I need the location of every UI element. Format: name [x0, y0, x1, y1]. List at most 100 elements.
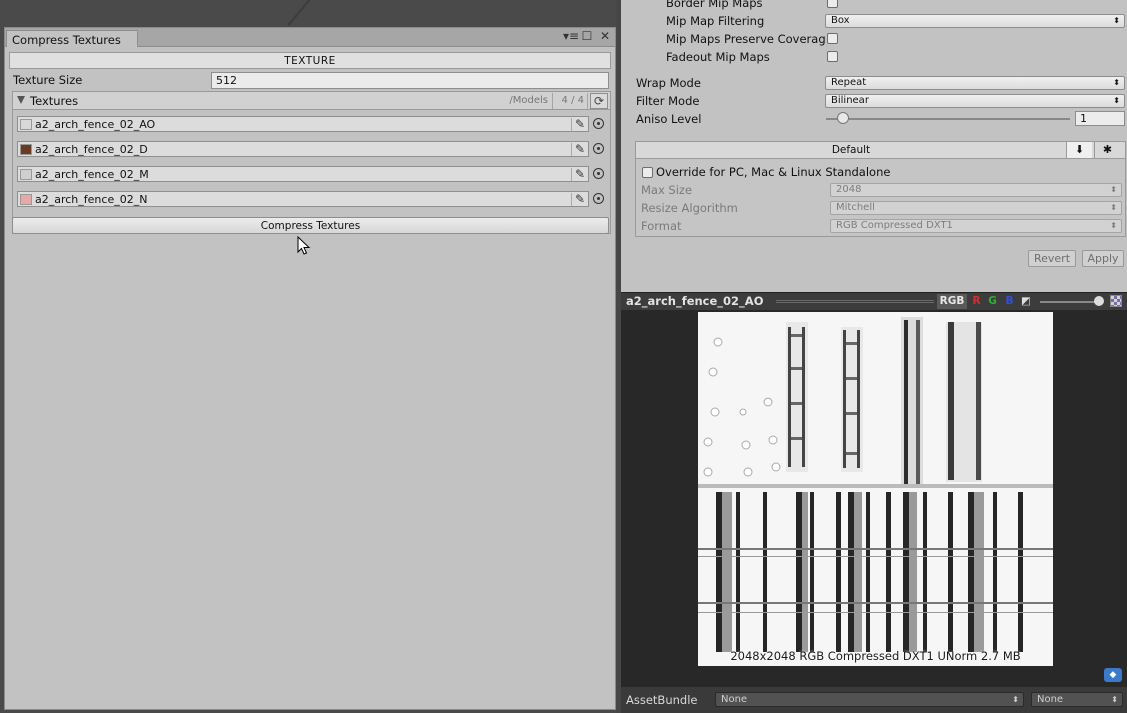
revert-button[interactable]: Revert	[1028, 250, 1076, 267]
pencil-icon[interactable]: ✎	[571, 168, 588, 181]
max-size-dropdown: 2048 ⬍	[830, 183, 1122, 197]
asset-label-icon[interactable]: ◆	[1104, 668, 1122, 682]
mip-level-slider-track[interactable]	[1040, 301, 1100, 303]
texture-object-field[interactable]: a2_arch_fence_02_AO ✎	[17, 116, 589, 132]
tab-standalone-download-icon[interactable]: ⬇	[1066, 142, 1092, 158]
mip-maps-preserve-coverage-checkbox[interactable]	[827, 33, 838, 44]
dropdown-arrow-icon: ⬍	[1113, 78, 1120, 87]
texture-thumbnail	[20, 144, 32, 155]
divider	[552, 93, 553, 109]
object-picker-icon[interactable]	[593, 143, 604, 154]
wrap-mode-dropdown[interactable]: Repeat ⬍	[825, 76, 1125, 90]
texture-import-inspector: Border Mip Maps Mip Map Filtering Box ⬍ M…	[621, 0, 1127, 292]
border-mip-maps-label: Border Mip Maps	[666, 0, 763, 10]
dropdown-arrow-icon: ⬍	[1110, 203, 1117, 212]
channel-r-toggle[interactable]: R	[970, 294, 983, 309]
platform-tabs: Default ⬇ ✱	[636, 142, 1125, 159]
tab-default[interactable]: Default	[636, 144, 1066, 156]
resize-grip[interactable]	[776, 300, 934, 303]
preview-title: a2_arch_fence_02_AO	[626, 294, 764, 308]
pencil-icon[interactable]: ✎	[571, 193, 588, 206]
list-item: a2_arch_fence_02_N ✎	[17, 191, 606, 207]
format-label: Format	[641, 219, 682, 233]
wrap-mode-label: Wrap Mode	[636, 76, 701, 90]
texture-name: a2_arch_fence_02_N	[35, 193, 148, 206]
asset-bundle-label: AssetBundle	[626, 693, 698, 707]
object-picker-icon[interactable]	[593, 118, 604, 129]
dropdown-value: Mitchell	[836, 202, 875, 213]
dropdown-arrow-icon: ⬍	[1113, 96, 1120, 105]
fadeout-mip-maps-checkbox[interactable]	[827, 51, 838, 62]
dropdown-arrow-icon: ⬍	[1110, 185, 1117, 194]
mip-level-slider-handle[interactable]	[1094, 296, 1104, 306]
pencil-icon[interactable]: ✎	[571, 118, 588, 131]
texture-preview-image: 2048x2048 RGB Compressed DXT1 UNorm 2.7 …	[698, 312, 1053, 666]
dropdown-arrow-icon: ⬍	[1113, 16, 1120, 25]
texture-preview-area: 2048x2048 RGB Compressed DXT1 UNorm 2.7 …	[621, 310, 1127, 687]
dropdown-arrow-icon: ⬍	[1111, 695, 1118, 704]
asset-bundle-variant-dropdown[interactable]: None ⬍	[1031, 692, 1123, 707]
dropdown-value: None	[721, 694, 748, 705]
object-picker-icon[interactable]	[593, 168, 604, 179]
list-item: a2_arch_fence_02_D ✎	[17, 141, 606, 157]
textures-list-count: 4 / 4	[561, 95, 584, 106]
dropdown-arrow-icon: ⬍	[1012, 695, 1019, 704]
foldout-arrow-icon[interactable]	[17, 96, 25, 104]
texture-object-field[interactable]: a2_arch_fence_02_N ✎	[17, 191, 589, 207]
object-picker-icon[interactable]	[593, 193, 604, 204]
mip-map-filtering-dropdown[interactable]: Box ⬍	[825, 14, 1125, 28]
checkerboard-background-icon[interactable]	[1110, 295, 1122, 307]
filter-mode-label: Filter Mode	[636, 94, 700, 108]
texture-object-field[interactable]: a2_arch_fence_02_M ✎	[17, 166, 589, 182]
asset-bundle-name-dropdown[interactable]: None ⬍	[715, 692, 1024, 707]
asset-bundle-bar: AssetBundle None ⬍ None ⬍	[621, 687, 1127, 713]
channel-rgb-toggle[interactable]: RGB	[937, 294, 967, 309]
dropdown-arrow-icon: ⬍	[1110, 221, 1117, 230]
compress-textures-window: Compress Textures ▾≡ ☐ ✕ TEXTURE Texture…	[4, 27, 616, 710]
texture-section-header: TEXTURE	[9, 52, 611, 69]
resize-algorithm-dropdown: Mitchell ⬍	[830, 201, 1122, 215]
aniso-level-slider-handle[interactable]	[837, 112, 849, 124]
maximize-icon[interactable]: ☐	[581, 30, 593, 42]
aniso-level-slider-track[interactable]	[826, 118, 1070, 120]
apply-button[interactable]: Apply	[1082, 250, 1124, 267]
alpha-channel-icon[interactable]: ◩	[1019, 294, 1033, 309]
ambient-occlusion-texture	[698, 312, 1053, 666]
compress-textures-button[interactable]: Compress Textures	[12, 217, 609, 234]
texture-size-row: Texture Size 512	[13, 72, 611, 89]
tab-android-icon[interactable]: ✱	[1094, 142, 1120, 158]
dropdown-value: Bilinear	[831, 95, 869, 106]
override-checkbox[interactable]	[642, 167, 653, 178]
texture-thumbnail	[20, 194, 32, 205]
texture-name: a2_arch_fence_02_M	[35, 168, 149, 181]
texture-size-label: Texture Size	[13, 73, 83, 87]
tab-compress-textures[interactable]: Compress Textures	[6, 30, 138, 47]
channel-b-toggle[interactable]: B	[1003, 294, 1016, 309]
mip-maps-preserve-coverage-label: Mip Maps Preserve Coverag	[666, 32, 826, 46]
dropdown-value: Repeat	[831, 77, 867, 88]
textures-list-title[interactable]: Textures	[30, 94, 78, 108]
divider	[587, 93, 588, 109]
fadeout-mip-maps-label: Fadeout Mip Maps	[666, 50, 770, 64]
channel-g-toggle[interactable]: G	[986, 294, 999, 309]
dropdown-value: Box	[831, 15, 850, 26]
close-icon[interactable]: ✕	[599, 30, 611, 42]
textures-list-path: /Models	[509, 95, 548, 106]
format-dropdown: RGB Compressed DXT1 ⬍	[830, 219, 1122, 233]
list-item: a2_arch_fence_02_M ✎	[17, 166, 606, 182]
pencil-icon[interactable]: ✎	[571, 143, 588, 156]
mouse-cursor-icon	[297, 236, 311, 255]
refresh-icon[interactable]: ⟳	[590, 93, 608, 109]
mip-map-filtering-label: Mip Map Filtering	[666, 14, 765, 28]
platform-settings-box: Default ⬇ ✱ Override for PC, Mac & Linux…	[635, 141, 1126, 237]
override-label: Override for PC, Mac & Linux Standalone	[656, 165, 891, 179]
aniso-level-input[interactable]: 1	[1075, 111, 1125, 126]
texture-object-field[interactable]: a2_arch_fence_02_D ✎	[17, 141, 589, 157]
filter-mode-dropdown[interactable]: Bilinear ⬍	[825, 94, 1125, 108]
textures-list-header: Textures /Models 4 / 4 ⟳	[13, 92, 610, 110]
texture-size-input[interactable]: 512	[211, 72, 609, 89]
max-size-label: Max Size	[641, 183, 693, 197]
border-mip-maps-checkbox[interactable]	[827, 0, 838, 8]
texture-name: a2_arch_fence_02_AO	[35, 118, 156, 131]
menu-icon[interactable]: ▾≡	[563, 30, 579, 42]
